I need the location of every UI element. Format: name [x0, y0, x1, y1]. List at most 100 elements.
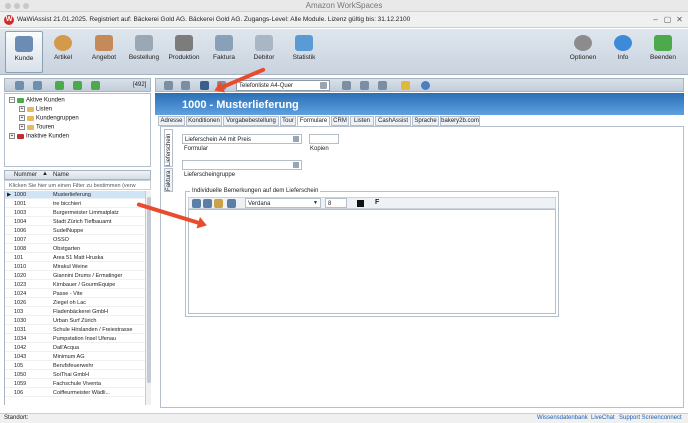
- list-item[interactable]: 106 Coiffeurmeister Wädli...: [5, 389, 145, 398]
- list-item[interactable]: 1042 Dall'Acqua: [5, 344, 145, 353]
- save-icon[interactable]: [200, 81, 209, 90]
- help-icon[interactable]: [421, 81, 430, 90]
- column-header-name[interactable]: Name: [53, 172, 69, 178]
- list-item[interactable]: 1006 SudelNuppe: [5, 227, 145, 236]
- list-item[interactable]: 1026 Ziegel oh Lac: [5, 299, 145, 308]
- close-icon[interactable]: ✕: [674, 15, 685, 25]
- list-item-name: Musterlieferung: [53, 192, 91, 198]
- list-item[interactable]: 1024 Passe - Vite: [5, 290, 145, 299]
- font-select[interactable]: Verdana ▼: [245, 198, 321, 208]
- link-support[interactable]: Support Screenconnect: [619, 415, 682, 421]
- list-item[interactable]: ▶ 1000 Musterlieferung: [5, 191, 145, 200]
- list-scrollbar[interactable]: [145, 191, 151, 405]
- list-item[interactable]: 103 Fladenbäckerei GmbH: [5, 308, 145, 317]
- tree-node-active[interactable]: – Aktive Kunden: [9, 97, 65, 104]
- tree-toggle-icon[interactable]: +: [19, 106, 25, 112]
- ribbon-faktura-button[interactable]: Faktura: [205, 31, 243, 73]
- ribbon-angebot-button[interactable]: Angebot: [85, 31, 123, 73]
- tab-cashassist[interactable]: CashAssist: [375, 116, 411, 126]
- tab-formulare[interactable]: Formulare: [297, 116, 330, 126]
- chevron-down-icon[interactable]: ▼: [313, 200, 318, 206]
- lieferscheingruppe-select[interactable]: [182, 160, 302, 170]
- bold-button[interactable]: F: [375, 199, 379, 206]
- font-value: Verdana: [248, 201, 271, 207]
- vtab-faktura[interactable]: Faktura: [164, 168, 173, 192]
- tab-sprache[interactable]: Sprache: [412, 116, 439, 126]
- expand-all-icon[interactable]: [73, 81, 82, 90]
- cut-icon[interactable]: [192, 199, 201, 208]
- list-item[interactable]: 1007 OSSO: [5, 236, 145, 245]
- tab-konditionen[interactable]: Konditionen: [186, 116, 222, 126]
- tab-crm[interactable]: CRM: [331, 116, 349, 126]
- list-item[interactable]: 1050 SoiThai GmbH: [5, 371, 145, 380]
- export-icon[interactable]: [378, 81, 387, 90]
- list-item[interactable]: 1001 tre bicchieri: [5, 200, 145, 209]
- ribbon-info-button[interactable]: Info: [604, 31, 642, 73]
- comment-icon[interactable]: [401, 81, 410, 90]
- tab-adresse[interactable]: Adresse: [158, 116, 185, 126]
- paste-icon[interactable]: [214, 199, 223, 208]
- tree-toggle-icon[interactable]: +: [9, 133, 15, 139]
- list-item[interactable]: 101 Area 51 Matt Hruska: [5, 254, 145, 263]
- filter-icon[interactable]: [15, 81, 24, 90]
- link-livechat[interactable]: LiveChat: [591, 415, 615, 421]
- ribbon-optionen-button[interactable]: Optionen: [564, 31, 602, 73]
- list-item[interactable]: 1003 Burgermeister Limmatplatz: [5, 209, 145, 218]
- ribbon-produktion-button[interactable]: Produktion: [165, 31, 203, 73]
- tree-toggle-icon[interactable]: –: [9, 97, 15, 103]
- ribbon-statistik-button[interactable]: Statistik: [285, 31, 323, 73]
- copy-icon[interactable]: [203, 199, 212, 208]
- tree-toggle-icon[interactable]: +: [19, 115, 25, 121]
- tree-node-kundengruppen[interactable]: + Kundengruppen: [19, 115, 79, 122]
- dropdown-icon[interactable]: [320, 82, 327, 89]
- tree-node-inactive[interactable]: + Inaktive Kunden: [9, 133, 69, 140]
- vtab-lieferschein[interactable]: Lieferschein: [164, 129, 173, 167]
- list-item[interactable]: 1043 Minimum AG: [5, 353, 145, 362]
- printer-icon[interactable]: [342, 81, 351, 90]
- print-template-select[interactable]: Telefonliste A4-Quer: [236, 80, 330, 91]
- list-item[interactable]: 1059 Fachschule Viventa: [5, 380, 145, 389]
- tab-tour[interactable]: Tour: [280, 116, 296, 126]
- list-item[interactable]: 1031 Schule Hirslanden / Freiestrasse: [5, 326, 145, 335]
- list-item[interactable]: 1020 Giannini Drums / Ermatinger: [5, 272, 145, 281]
- list-item[interactable]: 1004 Stadt Zürich Tiefbauamt: [5, 218, 145, 227]
- collapse-icon[interactable]: [91, 81, 100, 90]
- tree-node-listen[interactable]: + Listen: [19, 106, 52, 113]
- list-item[interactable]: 105 Berufsfeuerwehr: [5, 362, 145, 371]
- font-size-stepper[interactable]: 8: [325, 198, 347, 208]
- list-item[interactable]: 1023 Kirnbauer / GourmEquipe: [5, 281, 145, 290]
- add-icon[interactable]: [164, 81, 173, 90]
- column-header-number[interactable]: Nummer: [14, 172, 37, 178]
- copy-icon[interactable]: [181, 81, 190, 90]
- ribbon-kunde-button[interactable]: Kunde: [5, 31, 43, 73]
- remarks-editor[interactable]: [188, 209, 556, 314]
- scrollbar-thumb[interactable]: [147, 197, 151, 383]
- tab-bakery2b[interactable]: bakery2b.com: [440, 116, 480, 126]
- refresh-icon[interactable]: [33, 81, 42, 90]
- formular-select[interactable]: Lieferschein A4 mit Preis: [182, 134, 302, 144]
- dropdown-icon[interactable]: [293, 162, 299, 168]
- ribbon-bestellung-button[interactable]: Bestellung: [125, 31, 163, 73]
- tree-node-touren[interactable]: + Touren: [19, 124, 54, 131]
- list-item[interactable]: 1034 Pumpstation Insel Ufenau: [5, 335, 145, 344]
- minimize-icon[interactable]: –: [650, 15, 661, 25]
- expand-down-icon[interactable]: [55, 81, 64, 90]
- list-filter-row[interactable]: Klicken Sie hier um einen Filter zu best…: [4, 180, 151, 190]
- tab-listen[interactable]: Listen: [350, 116, 374, 126]
- list-item[interactable]: 1008 Obstgarten: [5, 245, 145, 254]
- link-wissensdatenbank[interactable]: Wissensdatenbank: [537, 415, 588, 421]
- kopien-field[interactable]: [309, 134, 339, 144]
- dropdown-icon[interactable]: [293, 136, 299, 142]
- maximize-icon[interactable]: ▢: [662, 15, 673, 25]
- tree-toggle-icon[interactable]: +: [19, 124, 25, 130]
- sort-asc-icon[interactable]: ▲: [42, 171, 48, 177]
- list-item-name: Giannini Drums / Ermatinger: [53, 273, 123, 279]
- tab-vorgabebestellung[interactable]: Vorgabebestellung: [223, 116, 279, 126]
- list-item[interactable]: 1010 Mirakul Weine: [5, 263, 145, 272]
- undo-icon[interactable]: [227, 199, 236, 208]
- list-item[interactable]: 1030 Urban Surf Zürich: [5, 317, 145, 326]
- text-color-icon[interactable]: [357, 200, 364, 207]
- ribbon-artikel-button[interactable]: Artikel: [44, 31, 82, 73]
- ribbon-beenden-button[interactable]: Beenden: [644, 31, 682, 73]
- preview-icon[interactable]: [360, 81, 369, 90]
